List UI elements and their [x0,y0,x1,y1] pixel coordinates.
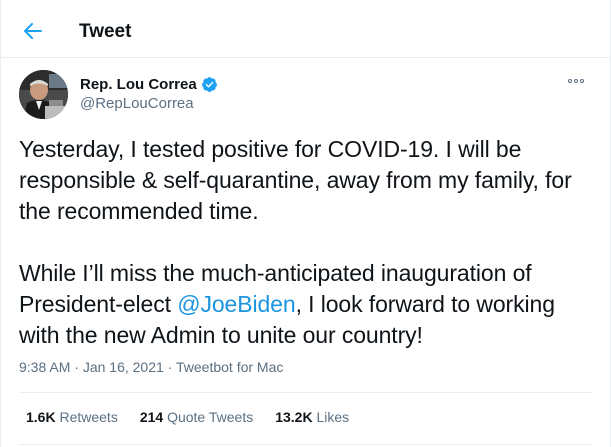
verified-badge-icon [201,77,217,92]
tweet-line: While I’ll miss the much-anticipated ina… [19,260,532,286]
retweets-count: 1.6K [26,409,56,425]
tweet-page: Tweet Rep. Lou Correa @RepLouCorrea Yest… [0,0,611,447]
tweet-line: Yesterday, I tested positive for COVID-1… [19,136,522,162]
meta-separator: · [163,359,176,375]
quote-tweets-stat[interactable]: 214 Quote Tweets [140,409,253,425]
retweets-stat[interactable]: 1.6K Retweets [26,409,118,425]
retweets-label: Retweets [55,409,118,425]
tweet-stats: 1.6K Retweets 214 Quote Tweets 13.2K Lik… [26,409,349,425]
quote-tweets-count: 214 [139,409,164,425]
author-name-text: Rep. Lou Correa [80,76,197,93]
divider [19,444,593,445]
author-handle[interactable]: @RepLouCorrea [80,95,194,112]
more-options-button[interactable] [565,74,587,88]
likes-label: Likes [312,409,350,425]
mention-link[interactable]: @JoeBiden [177,291,295,317]
tweet-meta: 9:38 AM · Jan 16, 2021 · Tweetbot for Ma… [19,359,283,375]
meta-separator: · [70,359,83,375]
tweet-text-segment: , I look forward to working [295,291,555,317]
page-title: Tweet [79,21,132,42]
arrow-left-icon [24,23,42,39]
author-name[interactable]: Rep. Lou Correa [80,76,218,93]
tweet-source: Tweetbot for Mac [176,359,284,375]
tweet-line: the recommended time. [19,198,259,224]
tweet-line: with the new Admin to unite our country! [19,322,423,348]
avatar-photo [19,70,68,119]
tweet-line: responsible & self-quarantine, away from… [19,167,572,193]
divider [19,392,593,393]
page-header: Tweet [1,0,611,58]
quote-tweets-label: Quote Tweets [163,409,254,425]
back-button[interactable] [15,13,51,49]
more-dot-icon [568,79,572,83]
tweet-text: Yesterday, I tested positive for COVID-1… [19,134,599,351]
more-dot-icon [580,79,584,83]
tweet-line: President-elect @JoeBiden, I look forwar… [19,289,599,320]
tweet-text-segment: President-elect [19,291,178,317]
avatar[interactable] [19,70,68,119]
tweet-time[interactable]: 9:38 AM [19,359,70,375]
likes-count: 13.2K [275,409,313,425]
likes-stat[interactable]: 13.2K Likes [275,409,349,425]
more-dot-icon [574,79,578,83]
tweet-date[interactable]: Jan 16, 2021 [83,359,164,375]
